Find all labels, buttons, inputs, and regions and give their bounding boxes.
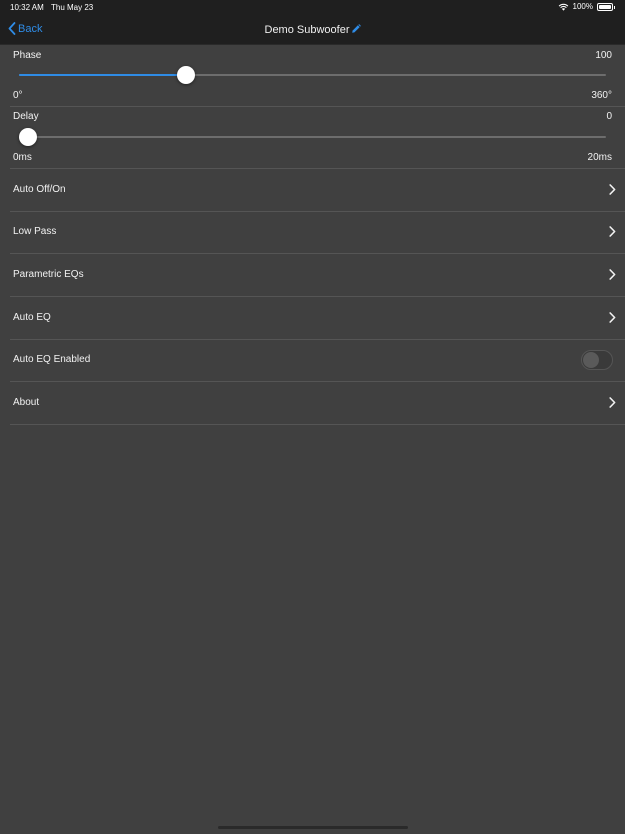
battery-percent: 100% (572, 2, 593, 11)
status-right: 100% (558, 2, 615, 11)
row-auto-eq[interactable]: Auto EQ (0, 297, 625, 340)
delay-slider-track[interactable] (19, 128, 606, 146)
status-time: 10:32 AM (10, 3, 44, 12)
delay-max-label: 20ms (587, 152, 612, 163)
home-indicator[interactable] (218, 826, 408, 829)
row-auto-eq-enabled: Auto EQ Enabled (0, 339, 625, 382)
phase-min-label: 0° (13, 90, 23, 101)
divider (10, 424, 625, 425)
pencil-icon[interactable] (351, 24, 361, 34)
auto-eq-enabled-toggle[interactable] (581, 350, 613, 370)
phase-label: Phase (13, 50, 42, 61)
phase-slider-thumb[interactable] (177, 66, 196, 84)
phase-value: 100 (595, 50, 612, 61)
chevron-right-icon (609, 184, 616, 195)
chevron-right-icon (609, 226, 616, 237)
row-auto-off-on[interactable]: Auto Off/On (0, 169, 625, 212)
phase-max-label: 360° (591, 90, 612, 101)
delay-slider-section: Delay 0 0ms 20ms (0, 107, 625, 169)
row-label: Auto EQ Enabled (13, 354, 91, 365)
row-about[interactable]: About (0, 382, 625, 425)
delay-label: Delay (13, 111, 39, 122)
status-bar: 10:32 AM Thu May 23 100% (0, 0, 625, 16)
page-title-text: Demo Subwoofer (264, 24, 350, 36)
row-low-pass[interactable]: Low Pass (0, 211, 625, 254)
delay-min-label: 0ms (13, 152, 32, 163)
row-label: Low Pass (13, 226, 57, 237)
navigation-bar: Back Demo Subwoofer (0, 16, 625, 45)
row-label: Auto EQ (13, 312, 51, 323)
row-label: Auto Off/On (13, 184, 66, 195)
toggle-knob (583, 352, 599, 368)
wifi-icon (558, 3, 568, 11)
row-label: Parametric EQs (13, 269, 84, 280)
chevron-right-icon (609, 397, 616, 408)
row-label: About (13, 397, 40, 408)
phase-slider-track[interactable] (19, 66, 606, 84)
battery-icon (597, 2, 615, 11)
phase-slider-section: Phase 100 0° 360° (0, 45, 625, 107)
delay-value: 0 (606, 111, 612, 122)
page-title: Demo Subwoofer (0, 24, 625, 36)
chevron-right-icon (609, 312, 616, 323)
delay-slider-thumb[interactable] (19, 128, 37, 146)
row-parametric-eqs[interactable]: Parametric EQs (0, 254, 625, 297)
phase-slider-fill (19, 74, 187, 76)
status-date: Thu May 23 (51, 3, 94, 12)
chevron-right-icon (609, 269, 616, 280)
